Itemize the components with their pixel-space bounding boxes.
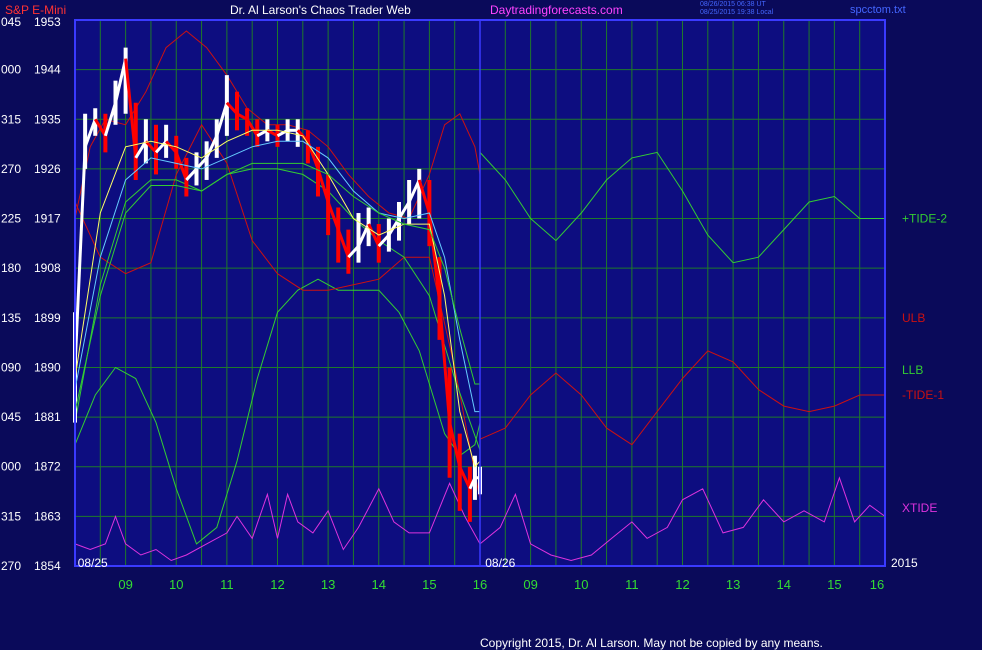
y-tick-left-label: 315 xyxy=(1,509,21,523)
xtide-label: XTIDE xyxy=(902,501,937,515)
y-tick-label: 1953 xyxy=(34,15,61,29)
x-tick-label: 14 xyxy=(372,577,386,592)
y-tick-label: 1899 xyxy=(34,311,61,325)
y-tick-left-label: 315 xyxy=(1,112,21,126)
y-tick-left-label: 000 xyxy=(1,63,21,77)
llb-label: LLB xyxy=(902,363,923,377)
tide-2-label: +TIDE-2 xyxy=(902,212,947,226)
x-tick-label: 12 xyxy=(675,577,689,592)
instrument-title: S&P E-Mini xyxy=(5,3,67,17)
x-tick-label: 12 xyxy=(270,577,284,592)
ulb-label: ULB xyxy=(902,311,925,325)
y-tick-label: 1944 xyxy=(34,63,61,77)
series-labels: +TIDE-2 ULB LLB -TIDE-1 XTIDE xyxy=(902,212,947,516)
timestamp-utc: 08/26/2015 06:38 UT xyxy=(700,1,766,8)
y-tick-left-label: 090 xyxy=(1,360,21,374)
y-tick-left-label: 045 xyxy=(1,410,21,424)
y-tick-label: 1890 xyxy=(34,360,61,374)
y-tick-left-label: 225 xyxy=(1,212,21,226)
x-tick-label: 16 xyxy=(473,577,487,592)
x-tick-label: 10 xyxy=(574,577,588,592)
site-url-link[interactable]: Daytradingforecasts.com xyxy=(490,3,623,17)
x-tick-label: 11 xyxy=(625,577,639,592)
copyright-notice: Copyright 2015, Dr. Al Larson. May not b… xyxy=(480,636,823,650)
y-tick-left-label: 270 xyxy=(1,162,21,176)
x-tick-label: 15 xyxy=(827,577,841,592)
data-file-name: spcctom.txt xyxy=(850,4,906,16)
date-marker-label: 08/26 xyxy=(485,556,515,570)
year-label: 2015 xyxy=(891,556,918,570)
y-tick-left-label: 270 xyxy=(1,559,21,573)
chart-svg: 270 1854 315 1863 000 1872 045 1881 090 1890 135 18… xyxy=(1,15,947,592)
x-tick-label: 09 xyxy=(118,577,132,592)
date-marker-label: 08/25 xyxy=(78,556,108,570)
y-tick-label: 1872 xyxy=(34,460,61,474)
y-tick-label: 1881 xyxy=(34,410,61,424)
y-tick-left-label: 045 xyxy=(1,15,21,29)
y-tick-label: 1854 xyxy=(34,559,61,573)
y-tick-left-label: 000 xyxy=(1,460,21,474)
y-tick-left-label: 180 xyxy=(1,261,21,275)
y-tick-label: 1863 xyxy=(34,509,61,523)
x-tick-label: 09 xyxy=(523,577,537,592)
y-tick-label: 1908 xyxy=(34,261,61,275)
y-tick-label: 1926 xyxy=(34,162,61,176)
y-tick-label: 1935 xyxy=(34,112,61,126)
x-tick-label: 15 xyxy=(422,577,436,592)
x-tick-label: 10 xyxy=(169,577,183,592)
x-tick-label: 11 xyxy=(220,577,234,592)
x-tick-label: 16 xyxy=(870,577,884,592)
site-title: Dr. Al Larson's Chaos Trader Web xyxy=(230,3,411,17)
y-tick-label: 1917 xyxy=(34,212,61,226)
y-tick-left-label: 135 xyxy=(1,311,21,325)
x-tick-label: 13 xyxy=(321,577,335,592)
x-tick-label: 14 xyxy=(777,577,791,592)
tide-1-label: -TIDE-1 xyxy=(902,388,944,402)
x-tick-label: 13 xyxy=(726,577,740,592)
timestamp-local: 08/25/2015 19:38 Local xyxy=(700,9,774,16)
